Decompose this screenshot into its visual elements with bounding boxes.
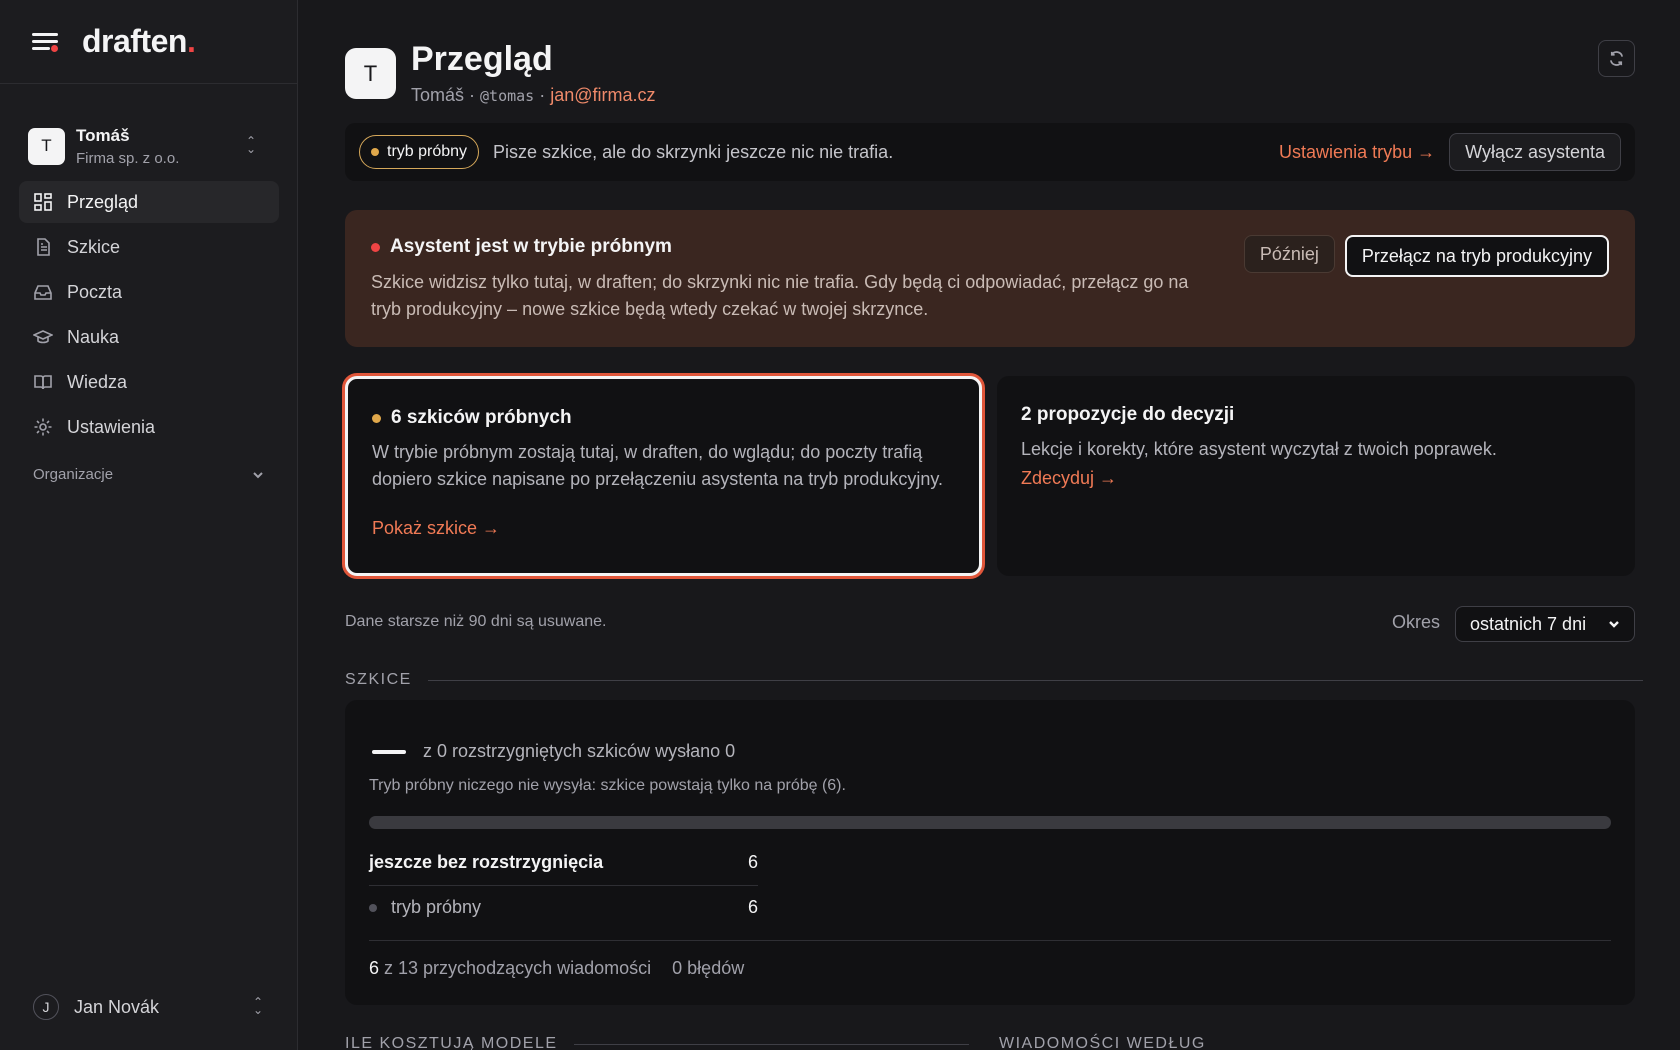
account-switcher[interactable]: T Tomáš Firma sp. z o.o. ⌃ ⌄ bbox=[28, 118, 272, 174]
chevron-down-icon bbox=[253, 471, 263, 478]
sidebar-item-ustawienia[interactable]: Ustawienia bbox=[19, 406, 279, 448]
mode-bar: tryb próbny Pisze szkice, ale do skrzynk… bbox=[345, 123, 1635, 181]
trial-mode-alert: Asystent jest w trybie próbnym Szkice wi… bbox=[345, 210, 1635, 347]
user-name: Jan Novák bbox=[74, 996, 160, 1017]
book-icon bbox=[34, 375, 52, 390]
errors-count: 0 błędów bbox=[672, 958, 745, 978]
sidebar: draften. T Tomáš Firma sp. z o.o. ⌃ ⌄ Prz… bbox=[0, 0, 298, 1050]
account-org: Firma sp. z o.o. bbox=[76, 149, 180, 167]
disable-assistant-button[interactable]: Wyłącz asystenta bbox=[1449, 133, 1621, 171]
drafts-footer: 6 z 13 przychodzących wiadomości 0 błędó… bbox=[369, 958, 744, 979]
stat-value: 6 bbox=[747, 897, 758, 917]
stat-label: tryb próbny bbox=[391, 897, 482, 917]
profile-handle: @tomas bbox=[480, 87, 535, 105]
sidebar-item-poczta[interactable]: Poczta bbox=[19, 271, 279, 313]
sidebar-item-przeglad[interactable]: Przegląd bbox=[19, 181, 279, 223]
sidebar-item-nauka[interactable]: Nauka bbox=[19, 316, 279, 358]
document-icon bbox=[37, 238, 50, 256]
refresh-button[interactable] bbox=[1598, 40, 1635, 77]
account-name: Tomáš bbox=[76, 125, 130, 145]
trial-drafts-card[interactable]: 6 szkiców próbnych W trybie próbnym zost… bbox=[345, 376, 982, 576]
sidebar-item-label: Ustawienia bbox=[67, 416, 156, 437]
organizations-label: Organizacje bbox=[33, 466, 114, 483]
card-title: 6 szkiców próbnych bbox=[372, 407, 572, 429]
inbox-icon bbox=[34, 285, 52, 300]
card-title: 2 propozycje do decyzji bbox=[1021, 404, 1235, 425]
profile-email-link[interactable]: jan@firma.cz bbox=[550, 85, 655, 105]
graduation-cap-icon bbox=[33, 330, 53, 344]
sidebar-item-label: Przegląd bbox=[67, 191, 139, 212]
stat-row: jeszcze bez rozstrzygnięcia 6 bbox=[369, 852, 758, 886]
alert-text: Szkice widzisz tylko tutaj, w draften; d… bbox=[371, 272, 1189, 319]
chevron-up-down-icon: ⌃ ⌄ bbox=[245, 134, 257, 156]
sidebar-item-label: Poczta bbox=[67, 281, 123, 302]
status-dot-icon bbox=[369, 903, 377, 912]
messages-status-heading: WIADOMOŚCI WEDŁUG STATUSU bbox=[999, 1035, 1206, 1050]
sidebar-item-label: Nauka bbox=[67, 326, 120, 347]
sidebar-item-label: Wiedza bbox=[67, 371, 128, 392]
period-select[interactable]: ostatnich 7 dni bbox=[1455, 606, 1635, 642]
later-button[interactable]: Później bbox=[1243, 235, 1335, 273]
dash-icon bbox=[372, 750, 406, 754]
alert-title: Asystent jest w trybie próbnym bbox=[371, 236, 672, 258]
sidebar-item-wiedza[interactable]: Wiedza bbox=[19, 361, 279, 403]
show-drafts-link[interactable]: Pokaż szkice → bbox=[372, 518, 500, 539]
incoming-count: 6 bbox=[369, 958, 380, 978]
retention-note: Dane starsze niż 90 dni są usuwane. bbox=[345, 613, 607, 630]
page-title: Przegląd bbox=[411, 40, 553, 78]
page-header: T Przegląd Tomáš · @tomas · jan@firma.cz bbox=[345, 40, 1635, 110]
decide-link[interactable]: Zdecyduj → bbox=[1021, 468, 1117, 489]
user-menu[interactable]: J Jan Novák ⌃ ⌄ bbox=[33, 994, 265, 1020]
period-value: ostatnich 7 dni bbox=[1470, 613, 1587, 634]
proposals-card[interactable]: 2 propozycje do decyzji Lekcje i korekty… bbox=[997, 376, 1635, 576]
gear-icon bbox=[34, 418, 52, 436]
incoming-text: z 13 przychodzących wiadomości bbox=[379, 958, 652, 978]
period-label: Okres bbox=[1392, 612, 1441, 632]
profile-name: Tomáš bbox=[411, 85, 465, 105]
logo[interactable]: draften. bbox=[82, 23, 196, 60]
mode-settings-link[interactable]: Ustawienia trybu → bbox=[1279, 142, 1435, 163]
refresh-icon bbox=[1609, 51, 1624, 66]
sent-progress-bar bbox=[369, 816, 1611, 829]
stat-label: jeszcze bez rozstrzygnięcia bbox=[369, 852, 604, 872]
card-text: Lekcje i korekty, które asystent wyczyta… bbox=[1021, 439, 1497, 459]
brand-bar: draften. bbox=[0, 0, 297, 84]
stat-value: 6 bbox=[747, 852, 758, 872]
drafts-note: Tryb próbny niczego nie wysyła: szkice p… bbox=[369, 777, 846, 794]
chevron-down-icon bbox=[1609, 621, 1619, 628]
chevron-up-down-icon: ⌃ ⌄ bbox=[252, 995, 264, 1017]
user-avatar: J bbox=[33, 994, 59, 1020]
drafts-panel: z 0 rozstrzygniętych szkiców wysłano 0 T… bbox=[345, 700, 1635, 1005]
sidebar-item-szkice[interactable]: Szkice bbox=[19, 226, 279, 268]
sidebar-item-label: Szkice bbox=[67, 236, 121, 257]
drafts-summary: z 0 rozstrzygniętych szkiców wysłano 0 bbox=[423, 741, 736, 761]
profile-subtitle: Tomáš · @tomas · jan@firma.cz bbox=[411, 85, 656, 105]
switch-to-production-button[interactable]: Przełącz na tryb produkcyjny bbox=[1344, 235, 1609, 277]
card-text: W trybie próbnym zostają tutaj, w drafte… bbox=[372, 442, 943, 489]
account-avatar: T bbox=[28, 127, 65, 165]
menu-icon[interactable] bbox=[32, 31, 60, 53]
organizations-toggle[interactable]: Organizacje bbox=[33, 466, 265, 483]
mode-description: Pisze szkice, ale do skrzynki jeszcze ni… bbox=[493, 141, 894, 162]
drafts-section-heading: SZKICE bbox=[345, 671, 1643, 689]
models-cost-heading: ILE KOSZTUJĄ MODELE bbox=[345, 1035, 969, 1050]
grid-icon bbox=[34, 193, 52, 211]
profile-avatar: T bbox=[345, 48, 396, 99]
sidebar-nav: Przegląd Szkice Poczta Nauka Wiedza Usta… bbox=[19, 181, 279, 451]
mode-badge: tryb próbny bbox=[359, 135, 480, 169]
stat-row: tryb próbny 6 bbox=[369, 897, 758, 918]
